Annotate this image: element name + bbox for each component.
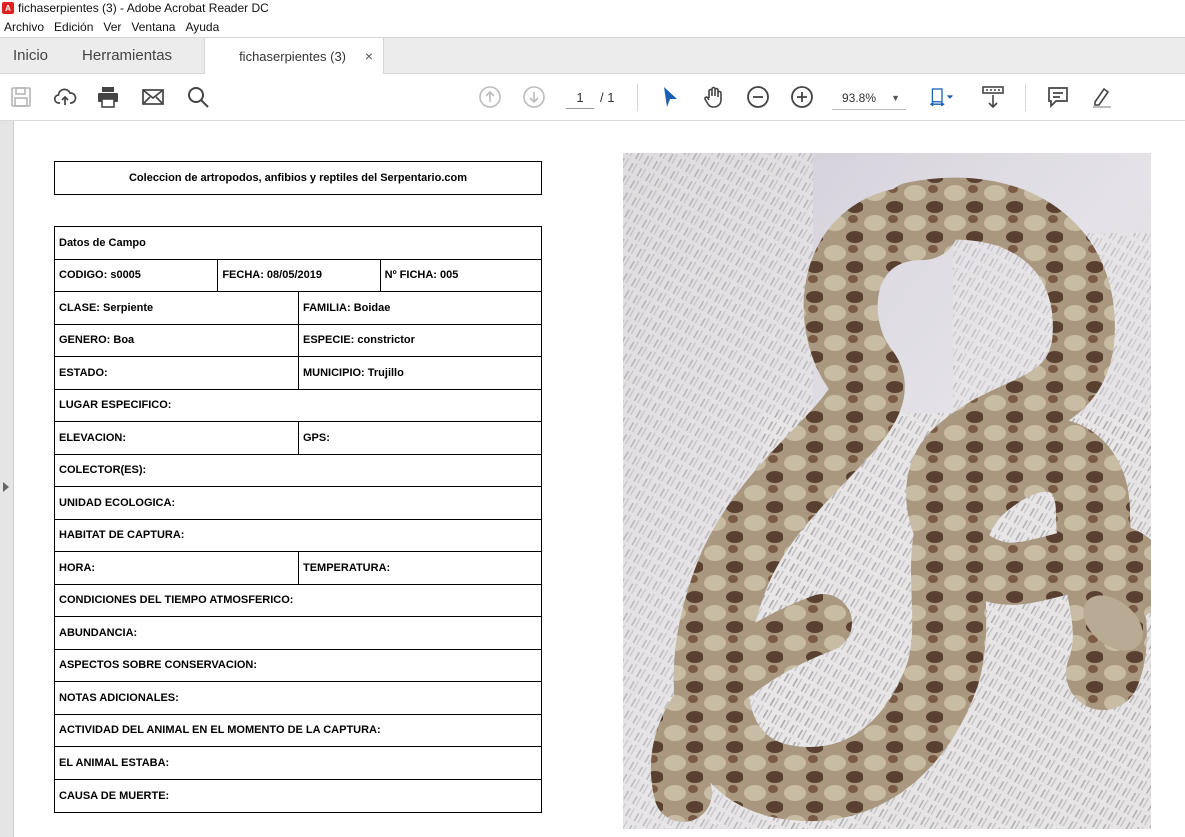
- form-cell: CLASE: Serpiente: [59, 301, 154, 314]
- form-row: LUGAR ESPECIFICO:: [55, 390, 541, 422]
- tab-tools[interactable]: Herramientas: [70, 38, 184, 73]
- next-page-icon[interactable]: [521, 84, 547, 110]
- zoom-level-value: 93.8%: [842, 90, 877, 105]
- form-cell: HABITAT DE CAPTURA:: [59, 529, 185, 542]
- form-row: ACTIVIDAD DEL ANIMAL EN EL MOMENTO DE LA…: [55, 715, 541, 747]
- comment-icon[interactable]: [1045, 84, 1071, 110]
- form-cell: Datos de Campo: [59, 236, 146, 249]
- menu-ventana[interactable]: Ventana: [127, 20, 181, 34]
- form-row: CONDICIONES DEL TIEMPO ATMOSFERICO:: [55, 585, 541, 617]
- window-title-bar: A fichaserpientes (3) - Adobe Acrobat Re…: [0, 0, 1185, 16]
- form-row: GENERO: Boa ESPECIE: constrictor: [55, 324, 541, 357]
- toolbar-divider: [637, 84, 638, 111]
- form-row: ASPECTOS SOBRE CONSERVACION:: [55, 650, 541, 682]
- form-cell: FECHA: 08/05/2019: [217, 259, 379, 291]
- select-cursor-icon[interactable]: [657, 84, 683, 110]
- zoom-level-select[interactable]: 93.8% ▼: [832, 86, 906, 110]
- save-icon[interactable]: [8, 84, 34, 110]
- expand-panel-icon: [3, 482, 9, 492]
- upload-cloud-icon[interactable]: [52, 84, 78, 110]
- form-row: NOTAS ADICIONALES:: [55, 682, 541, 715]
- tab-document-label: fichaserpientes (3): [239, 48, 347, 64]
- tab-document[interactable]: fichaserpientes (3) ×: [204, 38, 385, 74]
- form-cell: Nº FICHA: 005: [379, 259, 541, 291]
- toolbar: 1 / 1 93.8% ▼: [0, 74, 1185, 121]
- menu-ver[interactable]: Ver: [99, 20, 127, 34]
- email-icon[interactable]: [140, 84, 166, 110]
- form-row: ABUNDANCIA:: [55, 617, 541, 650]
- form-row: ESTADO: MUNICIPIO: Trujillo: [55, 357, 541, 390]
- form-cell: GENERO: Boa: [59, 334, 135, 347]
- left-panel-toggle[interactable]: [0, 121, 14, 837]
- menu-bar: Archivo Edición Ver Ventana Ayuda: [0, 16, 1185, 37]
- form-row: COLECTOR(ES):: [55, 455, 541, 487]
- document-heading: Coleccion de artropodos, anfibios y rept…: [54, 161, 542, 195]
- form-row: HORA: TEMPERATURA:: [55, 552, 541, 585]
- form-cell: ESTADO:: [59, 366, 108, 379]
- menu-archivo[interactable]: Archivo: [0, 20, 50, 34]
- tab-bar: Inicio Herramientas fichaserpientes (3) …: [0, 37, 1185, 74]
- tab-home[interactable]: Inicio: [0, 38, 70, 73]
- zoom-out-icon[interactable]: [745, 84, 771, 110]
- form-cell: TEMPERATURA:: [298, 552, 541, 584]
- page-total: / 1: [600, 90, 615, 105]
- form-cell: CODIGO: s0005: [59, 269, 141, 282]
- acrobat-app-icon: A: [2, 2, 14, 14]
- document-viewport[interactable]: Coleccion de artropodos, anfibios y rept…: [0, 121, 1185, 837]
- toolbar-divider: [1025, 84, 1026, 111]
- form-cell: EL ANIMAL ESTABA:: [59, 756, 170, 769]
- close-tab-icon[interactable]: ×: [365, 48, 373, 64]
- highlight-pen-icon[interactable]: [1089, 84, 1115, 110]
- form-cell: ASPECTOS SOBRE CONSERVACION:: [59, 659, 258, 672]
- form-cell: ELEVACION:: [59, 431, 127, 444]
- print-icon[interactable]: [95, 84, 121, 110]
- form-cell: GPS:: [298, 422, 541, 454]
- search-icon[interactable]: [185, 84, 211, 110]
- form-cell: FAMILIA: Boidae: [298, 292, 541, 324]
- form-cell: ACTIVIDAD DEL ANIMAL EN EL MOMENTO DE LA…: [59, 724, 381, 737]
- page-number-input[interactable]: 1: [566, 87, 594, 109]
- form-row: CODIGO: s0005 FECHA: 08/05/2019 Nº FICHA…: [55, 259, 541, 292]
- form-cell: LUGAR ESPECIFICO:: [59, 399, 172, 412]
- form-row: UNIDAD ECOLOGICA:: [55, 487, 541, 520]
- form-cell: ESPECIE: constrictor: [298, 324, 541, 356]
- form-row: ELEVACION: GPS:: [55, 422, 541, 455]
- hand-tool-icon[interactable]: [701, 84, 727, 110]
- form-cell: UNIDAD ECOLOGICA:: [59, 496, 176, 509]
- form-cell: ABUNDANCIA:: [59, 626, 138, 639]
- form-row: Datos de Campo: [55, 227, 541, 260]
- scroll-mode-icon[interactable]: [980, 84, 1006, 110]
- zoom-in-icon[interactable]: [789, 84, 815, 110]
- chevron-down-icon: ▼: [891, 92, 900, 103]
- form-row: CAUSA DE MUERTE:: [55, 780, 541, 813]
- fit-page-icon[interactable]: [925, 84, 959, 110]
- window-title: fichaserpientes (3) - Adobe Acrobat Read…: [18, 1, 269, 15]
- form-row: CLASE: Serpiente FAMILIA: Boidae: [55, 292, 541, 325]
- form-row: EL ANIMAL ESTABA:: [55, 747, 541, 780]
- form-cell: HORA:: [59, 561, 96, 574]
- field-data-form: Datos de Campo CODIGO: s0005 FECHA: 08/0…: [54, 226, 542, 813]
- previous-page-icon[interactable]: [477, 84, 503, 110]
- form-cell: NOTAS ADICIONALES:: [59, 691, 179, 704]
- form-cell: CAUSA DE MUERTE:: [59, 789, 170, 802]
- form-cell: COLECTOR(ES):: [59, 464, 147, 477]
- menu-edicion[interactable]: Edición: [50, 20, 99, 34]
- form-cell: MUNICIPIO: Trujillo: [298, 357, 541, 389]
- snake-photo: [623, 153, 1151, 829]
- form-row: HABITAT DE CAPTURA:: [55, 520, 541, 552]
- form-cell: CONDICIONES DEL TIEMPO ATMOSFERICO:: [59, 594, 294, 607]
- menu-ayuda[interactable]: Ayuda: [181, 20, 225, 34]
